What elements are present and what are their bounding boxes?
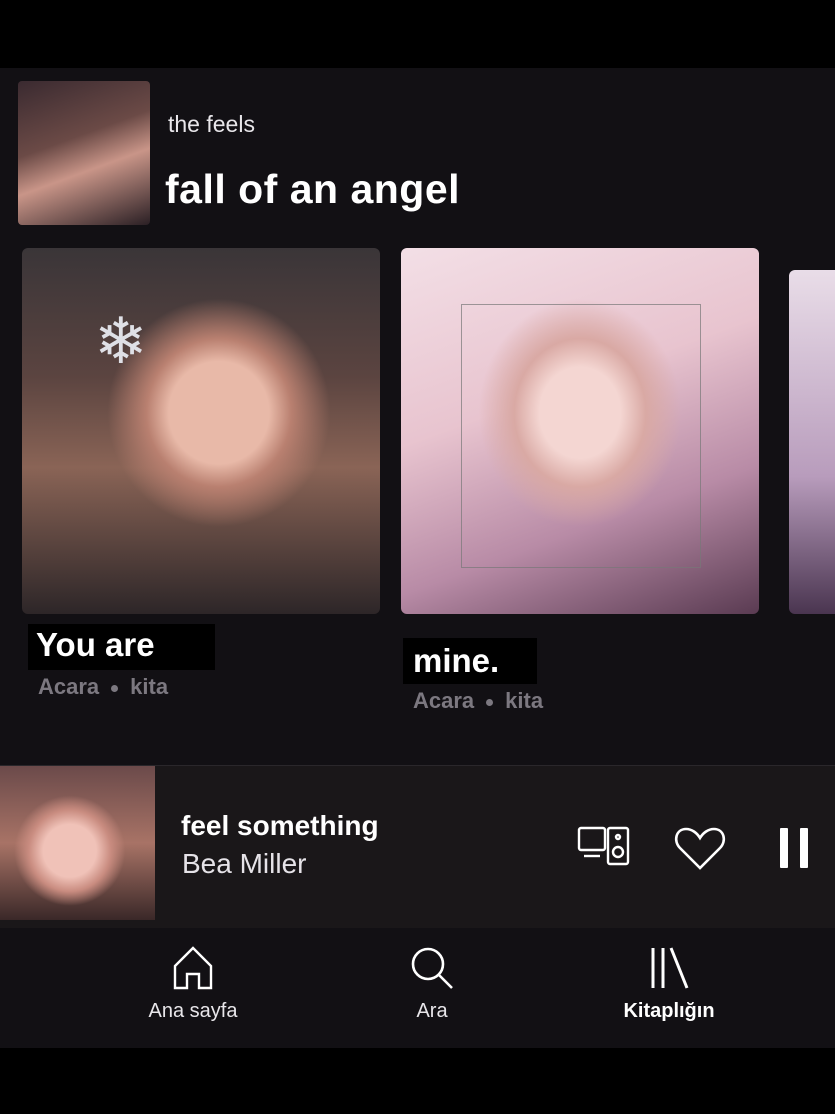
card-cover-image: ❄	[22, 248, 380, 614]
section-subtitle: the feels	[168, 111, 255, 137]
card-title: You are	[28, 624, 215, 670]
library-icon	[651, 947, 689, 989]
devices-icon[interactable]	[576, 824, 632, 872]
playlist-card[interactable]: mine. Acara kita	[401, 248, 759, 713]
card-meta-b: kita	[505, 688, 544, 713]
card-meta: Acara kita	[38, 674, 168, 700]
snowflake-icon: ❄	[94, 305, 148, 377]
nav-item-search[interactable]: Ara	[352, 942, 512, 1023]
search-icon	[411, 947, 453, 989]
home-icon	[173, 946, 213, 990]
app-screen: the feels fall of an angel ❄ You are Aca…	[0, 68, 835, 1048]
card-meta: Acara kita	[413, 688, 543, 714]
card-cover-image	[401, 248, 759, 614]
now-playing-bar[interactable]: feel something Bea Miller	[0, 765, 835, 928]
track-title: feel something	[181, 810, 379, 841]
nav-item-home[interactable]: Ana sayfa	[113, 942, 273, 1023]
nav-label-library: Kitaplığın	[623, 1000, 715, 1022]
card-title: mine.	[403, 638, 538, 684]
separator-dot-icon	[111, 684, 119, 692]
photo-frame	[461, 304, 701, 568]
track-artist: Bea Miller	[182, 848, 307, 879]
now-playing-artwork[interactable]	[0, 766, 155, 920]
card-meta-a: Acara	[413, 688, 475, 713]
playlist-card[interactable]: ❄ You are Acara kita	[22, 248, 380, 699]
nav-item-library[interactable]: Kitaplığın	[589, 942, 749, 1023]
heart-icon[interactable]	[672, 824, 728, 872]
playlist-cover-image[interactable]	[18, 81, 150, 225]
bottom-navigation: Ana sayfa Ara Kitaplığın	[0, 928, 835, 1048]
nav-label-home: Ana sayfa	[148, 1000, 238, 1022]
nav-label-search: Ara	[416, 1000, 448, 1022]
section-title[interactable]: fall of an angel	[165, 166, 460, 213]
playlist-card-partial[interactable]	[789, 270, 835, 614]
separator-dot-icon	[486, 698, 494, 706]
card-meta-a: Acara	[38, 674, 100, 699]
pause-icon[interactable]	[768, 824, 824, 872]
card-meta-b: kita	[130, 674, 169, 699]
